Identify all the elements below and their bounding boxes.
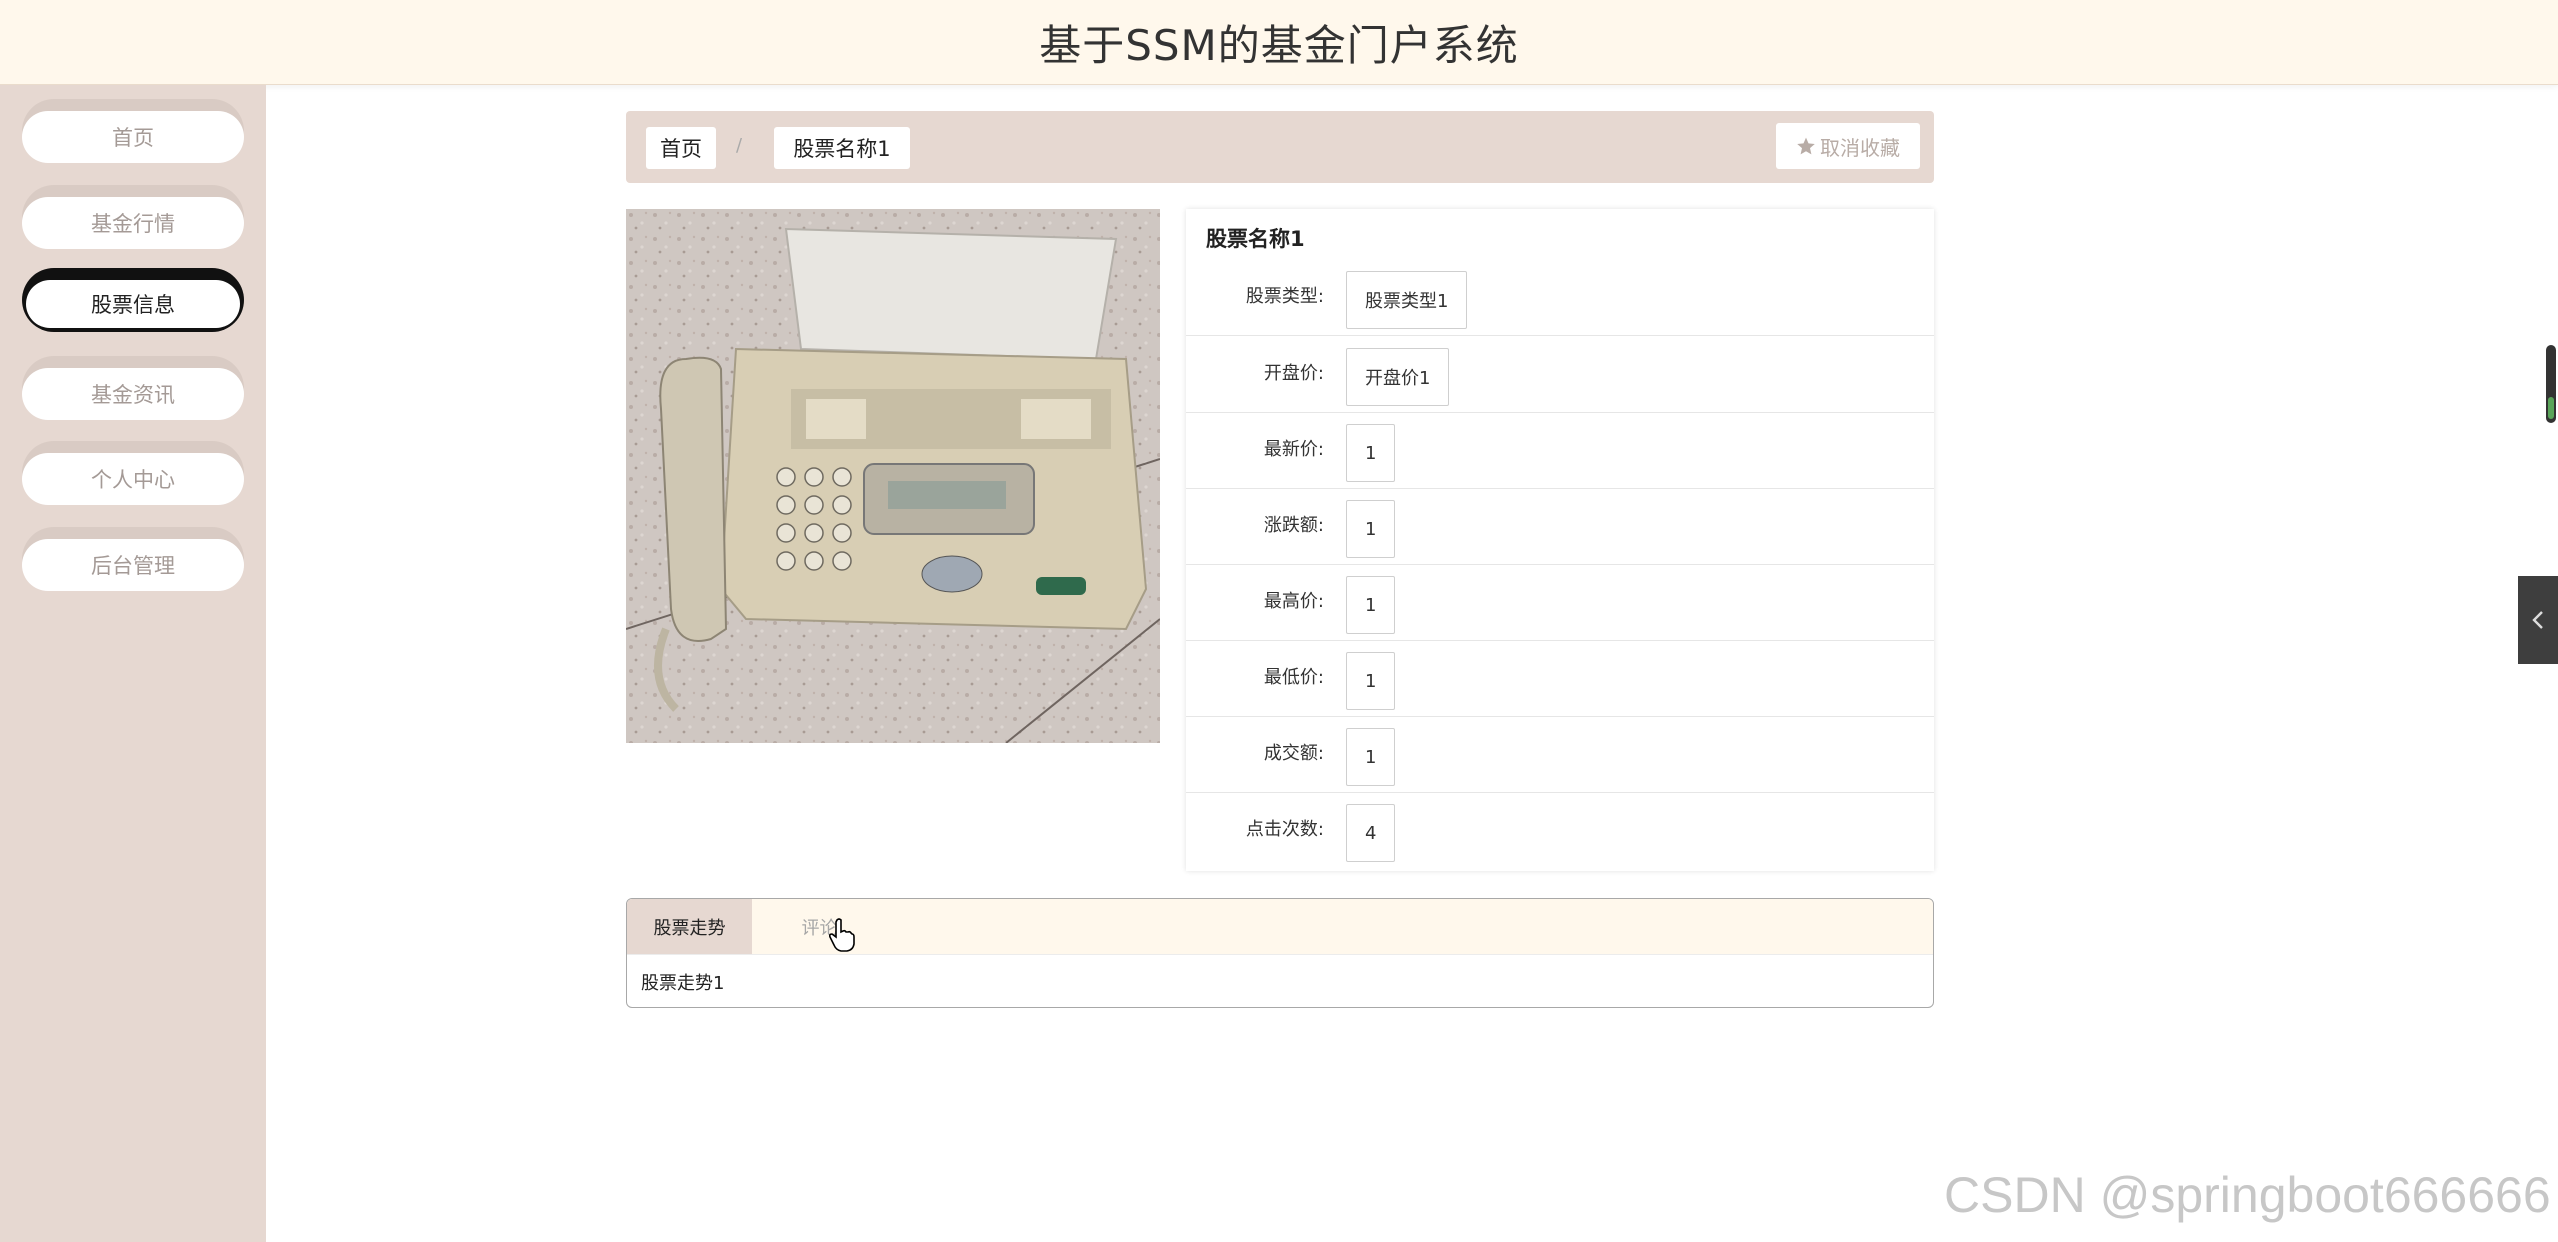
stock-detail-panel: 股票名称1 股票类型: 股票类型1 开盘价: 开盘价1 最新价: 1 涨跌额: …	[1186, 209, 1934, 871]
field-value: 开盘价1	[1346, 348, 1450, 406]
field-row-stock-type: 股票类型: 股票类型1	[1186, 259, 1934, 336]
field-label: 点击次数:	[1245, 819, 1324, 840]
field-row-turnover: 成交额: 1	[1186, 716, 1934, 793]
sidebar-item-label: 个人中心	[22, 453, 244, 505]
breadcrumb-current: 股票名称1	[774, 127, 910, 169]
field-value: 1	[1346, 728, 1396, 786]
field-label: 开盘价:	[1263, 363, 1324, 384]
sidebar-item-fund-market[interactable]: 基金行情	[22, 185, 244, 249]
sidebar-item-personal-center[interactable]: 个人中心	[22, 441, 244, 505]
field-label: 涨跌额:	[1263, 515, 1324, 536]
tab-content: 股票走势1	[641, 973, 725, 994]
stock-name: 股票名称1	[1206, 227, 1305, 251]
tab-stock-trend[interactable]: 股票走势	[627, 899, 752, 954]
tab-comments[interactable]: 评论	[752, 899, 887, 954]
field-row-latest-price: 最新价: 1	[1186, 412, 1934, 489]
field-row-click-count: 点击次数: 4	[1186, 792, 1934, 868]
breadcrumb-separator: /	[736, 135, 743, 156]
sidebar-item-stock-info[interactable]: 股票信息	[22, 268, 244, 332]
tab-bar: 股票走势 评论	[627, 899, 1933, 955]
field-row-high-price: 最高价: 1	[1186, 564, 1934, 641]
sidebar-item-label: 股票信息	[26, 280, 240, 328]
star-icon	[1797, 137, 1815, 155]
breadcrumb: 首页 / 股票名称1 取消收藏	[626, 111, 1934, 183]
field-label: 最新价:	[1263, 439, 1324, 460]
sidebar-item-label: 首页	[22, 111, 244, 163]
top-header: 基于SSM的基金门户系统	[0, 0, 2558, 85]
field-label: 成交额:	[1263, 743, 1324, 764]
unfavorite-label: 取消收藏	[1820, 135, 1900, 160]
sidebar-item-label: 基金资讯	[22, 368, 244, 420]
site-title: 基于SSM的基金门户系统	[1039, 20, 1519, 70]
field-value: 股票类型1	[1346, 271, 1468, 329]
product-image	[626, 209, 1160, 743]
field-label: 股票类型:	[1245, 286, 1324, 307]
hand-cursor-icon	[829, 918, 855, 952]
field-value: 1	[1346, 424, 1396, 482]
field-value: 4	[1346, 804, 1396, 862]
field-value: 1	[1346, 500, 1396, 558]
watermark: CSDN @springboot666666	[1944, 1167, 2551, 1223]
page-scrollbar[interactable]	[2546, 345, 2556, 423]
sidebar-item-admin[interactable]: 后台管理	[22, 527, 244, 591]
field-value: 1	[1346, 576, 1396, 634]
field-row-change-amount: 涨跌额: 1	[1186, 488, 1934, 565]
field-row-low-price: 最低价: 1	[1186, 640, 1934, 717]
detail-tabs: 股票走势 评论 股票走势1	[626, 898, 1934, 1008]
field-label: 最低价:	[1263, 667, 1324, 688]
sidebar-item-fund-news[interactable]: 基金资讯	[22, 356, 244, 420]
field-row-open-price: 开盘价: 开盘价1	[1186, 336, 1934, 413]
fax-machine-image	[626, 209, 1160, 743]
field-label: 最高价:	[1263, 591, 1324, 612]
sidebar-item-home[interactable]: 首页	[22, 99, 244, 163]
field-value: 1	[1346, 652, 1396, 710]
side-panel-toggle[interactable]	[2518, 576, 2558, 664]
sidebar: 首页 基金行情 股票信息 基金资讯 个人中心 后台管理	[0, 85, 266, 1242]
unfavorite-button[interactable]: 取消收藏	[1776, 123, 1920, 169]
sidebar-item-label: 后台管理	[22, 539, 244, 591]
chevron-left-icon	[2532, 611, 2543, 629]
breadcrumb-home-link[interactable]: 首页	[646, 127, 716, 169]
sidebar-item-label: 基金行情	[22, 197, 244, 249]
